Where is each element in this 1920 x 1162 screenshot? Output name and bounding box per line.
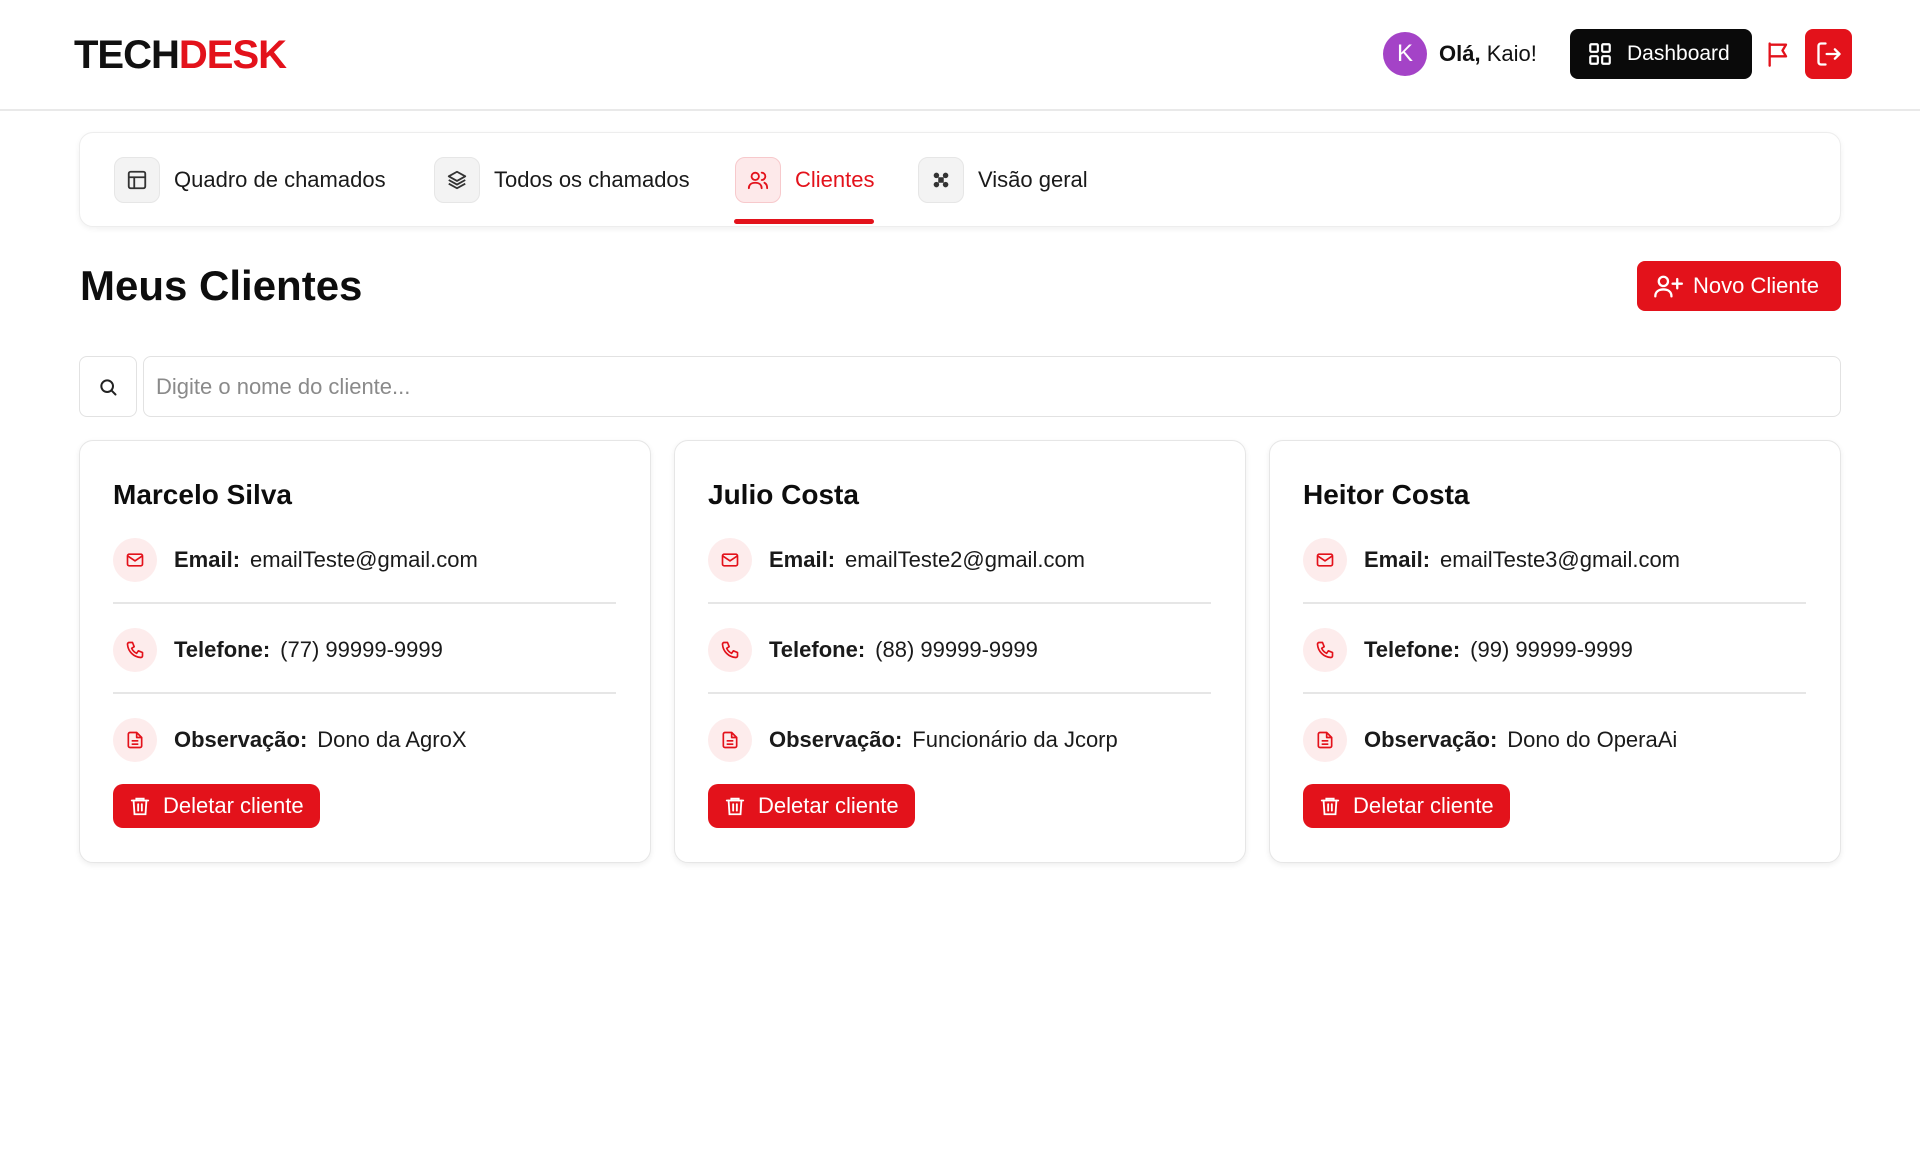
layout-icon [114,157,160,203]
active-tab-indicator [734,219,874,224]
tab-label: Clientes [795,167,875,192]
phone-icon [113,628,157,672]
row-divider [113,602,616,604]
mail-icon [1303,538,1347,582]
client-phone-row: Telefone: (77) 99999-9999 [113,626,616,674]
layers-icon [434,157,480,203]
email-label: Email: [174,547,241,572]
file-text-icon [113,718,157,762]
tab-visao-geral[interactable]: Visão geral [918,156,1088,204]
nav-tabs: Quadro de chamados Todos os chamados Cli… [79,132,1841,227]
client-note: Dono do OperaAi [1507,727,1678,752]
client-email-row: Email: emailTeste@gmail.com [113,536,616,584]
client-card: Marcelo Silva Email: emailTeste@gmail.co… [79,440,651,863]
client-name: Heitor Costa [1303,479,1470,510]
client-phone: (88) 99999-9999 [875,637,1038,662]
row-divider [113,692,616,694]
row-divider [708,602,1211,604]
phone-label: Telefone: [769,637,866,662]
phone-label: Telefone: [174,637,271,662]
client-email: emailTeste3@gmail.com [1440,547,1681,572]
flag-icon [1768,42,1788,67]
phone-icon [708,628,752,672]
client-note-row: Observação: Dono do OperaAi [1303,716,1806,764]
trash-icon [130,797,150,816]
delete-label: Deletar cliente [163,793,304,818]
email-label: Email: [769,547,836,572]
tab-clientes[interactable]: Clientes [735,156,874,204]
client-note: Funcionário da Jcorp [912,727,1118,752]
client-phone-row: Telefone: (88) 99999-9999 [708,626,1211,674]
search-icon [100,378,117,395]
delete-label: Deletar cliente [1353,793,1494,818]
trash-icon [725,797,745,816]
client-email: emailTeste2@gmail.com [845,547,1086,572]
new-client-button[interactable]: Novo Cliente [1637,261,1841,311]
client-note: Dono da AgroX [317,727,467,752]
client-card: Heitor Costa Email: emailTeste3@gmail.co… [1269,440,1841,863]
file-text-icon [1303,718,1347,762]
row-divider [708,692,1211,694]
logout-button[interactable] [1805,29,1852,79]
avatar[interactable]: K [1383,32,1427,76]
phone-icon [1303,628,1347,672]
note-label: Observação: [769,727,903,752]
greeting-name: Kaio! [1480,41,1537,66]
client-note-row: Observação: Dono da AgroX [113,716,616,764]
client-email-row: Email: emailTeste2@gmail.com [708,536,1211,584]
client-phone-row: Telefone: (99) 99999-9999 [1303,626,1806,674]
users-icon [735,157,781,203]
note-label: Observação: [1364,727,1498,752]
row-divider [1303,692,1806,694]
client-phone: (77) 99999-9999 [280,637,443,662]
delete-client-button[interactable]: Deletar cliente [708,784,915,828]
logo-text-desk: DESK [178,33,287,77]
user-greeting: K Olá, Kaio! [1383,32,1537,76]
mail-icon [708,538,752,582]
trash-icon [1320,797,1340,816]
delete-client-button[interactable]: Deletar cliente [1303,784,1510,828]
page-title: Meus Clientes [80,262,363,309]
techdesk-logo[interactable]: TECHDESK [74,33,287,78]
client-name: Julio Costa [708,479,859,510]
client-name: Marcelo Silva [113,479,292,510]
note-label: Observação: [174,727,308,752]
user-plus-icon [1654,275,1683,298]
tab-label: Todos os chamados [494,167,690,192]
top-header: TECHDESK K Olá, Kaio! Dashboard [0,0,1920,111]
client-email-row: Email: emailTeste3@gmail.com [1303,536,1806,584]
grid-icon [1589,43,1611,65]
client-phone: (99) 99999-9999 [1470,637,1633,662]
mail-icon [113,538,157,582]
greeting-hello: Olá, [1439,41,1481,66]
file-text-icon [708,718,752,762]
tab-label: Visão geral [978,167,1088,192]
logout-icon [1816,42,1841,66]
search-input[interactable] [143,356,1841,417]
email-label: Email: [1364,547,1431,572]
greeting-text: Olá, Kaio! [1439,41,1537,67]
delete-label: Deletar cliente [758,793,899,818]
client-email: emailTeste@gmail.com [250,547,478,572]
flag-button[interactable] [1764,38,1794,70]
dashboard-button[interactable]: Dashboard [1570,29,1752,79]
tab-quadro-de-chamados[interactable]: Quadro de chamados [114,156,386,204]
tab-todos-os-chamados[interactable]: Todos os chamados [434,156,690,204]
grid-dots-icon [918,157,964,203]
new-client-label: Novo Cliente [1693,273,1819,298]
client-card: Julio Costa Email: emailTeste2@gmail.com… [674,440,1246,863]
search-button[interactable] [79,356,137,417]
row-divider [1303,602,1806,604]
client-note-row: Observação: Funcionário da Jcorp [708,716,1211,764]
tab-label: Quadro de chamados [174,167,386,192]
phone-label: Telefone: [1364,637,1461,662]
dashboard-label: Dashboard [1627,42,1730,65]
logo-text-tech: TECH [74,33,180,77]
delete-client-button[interactable]: Deletar cliente [113,784,320,828]
